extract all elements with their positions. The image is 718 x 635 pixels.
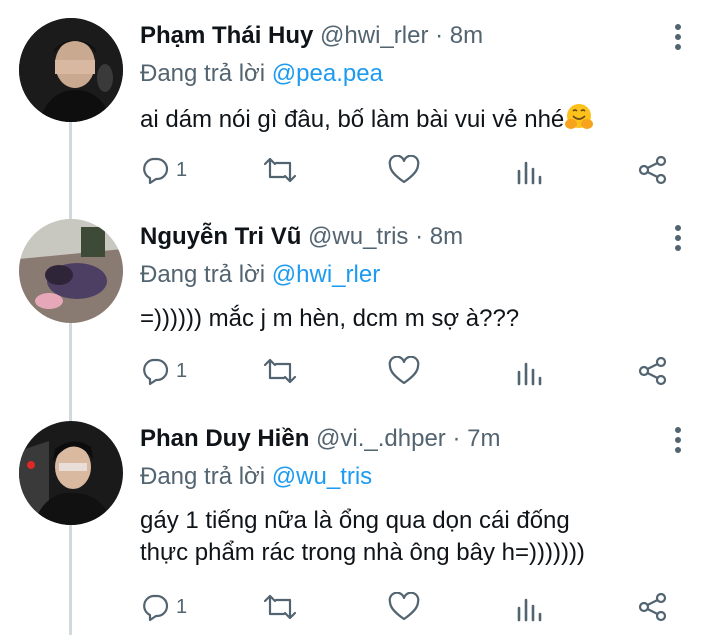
- reply-count: 1: [176, 158, 188, 181]
- analytics-icon: [517, 598, 542, 622]
- tweet-header: Phan Duy Hiền @vi._.dhper · 7m: [140, 425, 500, 453]
- display-name[interactable]: Phạm Thái Huy: [140, 22, 313, 49]
- timestamp[interactable]: · 7m: [452, 425, 500, 452]
- analytics-button[interactable]: [516, 351, 542, 391]
- username[interactable]: @vi._.dhper: [316, 425, 446, 452]
- reply-button[interactable]: 1: [140, 351, 187, 391]
- username[interactable]: @hwi_rler: [320, 22, 428, 49]
- replying-label: Đang trả lời: [140, 261, 272, 288]
- retweet-button[interactable]: [262, 587, 298, 627]
- analytics-button[interactable]: [516, 150, 542, 190]
- share-icon: [638, 155, 667, 185]
- avatar[interactable]: [19, 219, 123, 323]
- tweet-text-content: =)))))) mắc j m hèn, dcm m sợ à???: [140, 305, 520, 332]
- mention-link[interactable]: @hwi_rler: [272, 261, 380, 288]
- share-button[interactable]: [638, 351, 668, 391]
- retweet-icon: [263, 358, 297, 384]
- tweet-actions: 1: [140, 150, 700, 190]
- reply-count: 1: [176, 595, 188, 618]
- reply-icon: [143, 157, 169, 185]
- replying-label: Đang trả lời: [140, 463, 272, 490]
- reply-button[interactable]: 1: [140, 150, 187, 190]
- replying-to: Đang trả lời @wu_tris: [140, 463, 372, 491]
- more-options-icon[interactable]: [668, 425, 688, 455]
- share-button[interactable]: [638, 150, 668, 190]
- tweet-text: gáy 1 tiếng nữa là ổng qua dọn cái đống …: [140, 505, 700, 569]
- analytics-button[interactable]: [516, 587, 542, 627]
- like-button[interactable]: [388, 587, 420, 627]
- replying-to: Đang trả lời @hwi_rler: [140, 261, 380, 289]
- tweet-text: =)))))) mắc j m hèn, dcm m sợ à???: [140, 303, 700, 335]
- retweet-icon: [263, 594, 297, 620]
- tweet-header: Nguyễn Tri Vũ @wu_tris · 8m: [140, 223, 463, 251]
- thread-connector-line: [69, 122, 72, 635]
- tweet-header: Phạm Thái Huy @hwi_rler · 8m: [140, 22, 483, 50]
- retweet-button[interactable]: [262, 150, 298, 190]
- tweet-actions: 1: [140, 351, 700, 391]
- display-name[interactable]: Phan Duy Hiền: [140, 425, 309, 452]
- display-name[interactable]: Nguyễn Tri Vũ: [140, 223, 301, 250]
- like-button[interactable]: [388, 351, 420, 391]
- reply-icon: [143, 594, 169, 622]
- reply-count: 1: [176, 359, 188, 382]
- retweet-icon: [263, 157, 297, 183]
- share-icon: [638, 356, 667, 386]
- more-options-icon[interactable]: [668, 22, 688, 52]
- mention-link[interactable]: @pea.pea: [272, 60, 383, 87]
- timestamp[interactable]: · 8m: [435, 22, 483, 49]
- hugging-face-emoji-icon: [564, 102, 594, 132]
- tweet-text-content: ai dám nói gì đâu, bố làm bài vui vẻ nhé: [140, 106, 565, 133]
- avatar[interactable]: [19, 18, 123, 122]
- analytics-icon: [517, 362, 542, 386]
- retweet-button[interactable]: [262, 351, 298, 391]
- share-icon: [638, 592, 667, 622]
- tweet-text-line-1: gáy 1 tiếng nữa là ổng qua dọn cái đống: [140, 507, 570, 534]
- analytics-icon: [517, 161, 542, 185]
- heart-icon: [388, 356, 420, 385]
- heart-icon: [388, 155, 420, 184]
- reply-icon: [143, 358, 169, 386]
- replying-to: Đang trả lời @pea.pea: [140, 60, 383, 88]
- username[interactable]: @wu_tris: [308, 223, 408, 250]
- tweet-text: ai dám nói gì đâu, bố làm bài vui vẻ nhé: [140, 102, 700, 136]
- like-button[interactable]: [388, 150, 420, 190]
- tweet-text-line-2: thực phẩm rác trong nhà ông bây h=))))))…: [140, 539, 585, 566]
- avatar[interactable]: [19, 421, 123, 525]
- share-button[interactable]: [638, 587, 668, 627]
- mention-link[interactable]: @wu_tris: [272, 463, 372, 490]
- more-options-icon[interactable]: [668, 223, 688, 253]
- replying-label: Đang trả lời: [140, 60, 272, 87]
- tweet-actions: 1: [140, 587, 700, 627]
- heart-icon: [388, 592, 420, 621]
- reply-button[interactable]: 1: [140, 587, 187, 627]
- timestamp[interactable]: · 8m: [415, 223, 463, 250]
